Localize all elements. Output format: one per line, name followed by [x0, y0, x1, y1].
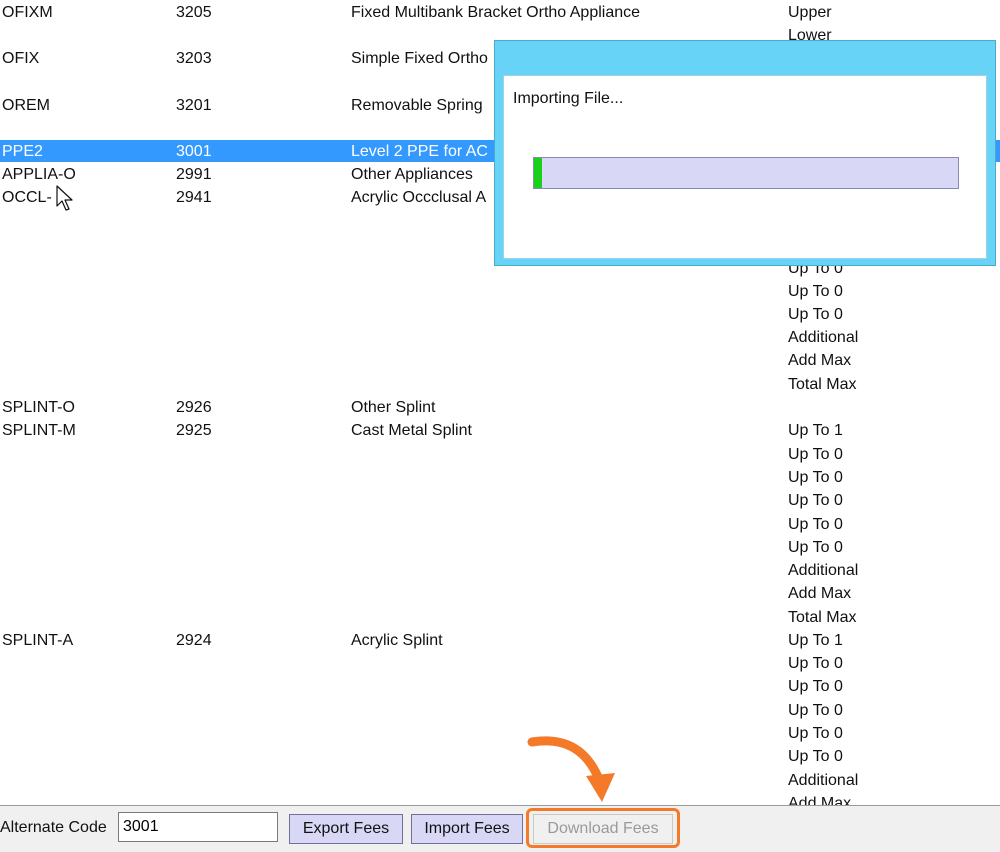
row-qualifier[interactable]: Up To 1 [788, 630, 843, 652]
row-qualifier[interactable]: Up To 0 [788, 653, 843, 675]
row-code[interactable]: OCCL- [2, 187, 52, 209]
row-number[interactable]: 3001 [176, 141, 212, 163]
row-qualifier[interactable]: Up To 0 [788, 746, 843, 768]
row-description[interactable]: Other Appliances [351, 164, 473, 186]
row-code[interactable]: OREM [2, 95, 50, 117]
mouse-cursor-icon [56, 185, 73, 211]
row-qualifier[interactable]: Up To 0 [788, 537, 843, 559]
import-progress-bar [533, 157, 959, 189]
row-number[interactable]: 3201 [176, 95, 212, 117]
row-number[interactable]: 2926 [176, 397, 212, 419]
dialog-body: Importing File... [503, 75, 987, 259]
row-qualifier[interactable]: Up To 1 [788, 420, 843, 442]
row-qualifier[interactable]: Up To 0 [788, 514, 843, 536]
row-number[interactable]: 2925 [176, 420, 212, 442]
row-number[interactable]: 2941 [176, 187, 212, 209]
import-progress-dialog: Importing File... [494, 40, 996, 266]
download-fees-highlight [526, 808, 680, 848]
row-code[interactable]: OFIX [2, 48, 39, 70]
row-code[interactable]: OFIXM [2, 2, 53, 24]
row-qualifier[interactable]: Add Max [788, 793, 851, 805]
row-code[interactable]: SPLINT-M [2, 420, 76, 442]
row-qualifier[interactable]: Additional [788, 327, 858, 349]
row-qualifier[interactable]: Up To 0 [788, 304, 843, 326]
dialog-message: Importing File... [513, 90, 624, 107]
row-code[interactable]: SPLINT-A [2, 630, 73, 652]
export-fees-button[interactable]: Export Fees [289, 814, 403, 844]
row-qualifier[interactable]: Up To 0 [788, 467, 843, 489]
row-code[interactable]: SPLINT-O [2, 397, 75, 419]
row-qualifier[interactable]: Upper [788, 2, 832, 24]
row-description[interactable]: Cast Metal Splint [351, 420, 472, 442]
row-qualifier[interactable]: Total Max [788, 374, 856, 396]
row-description[interactable]: Acrylic Occclusal A [351, 187, 486, 209]
row-qualifier[interactable]: Additional [788, 770, 858, 792]
alternate-code-input[interactable] [118, 812, 278, 842]
row-description[interactable]: Fixed Multibank Bracket Ortho Appliance [351, 2, 640, 24]
row-qualifier[interactable]: Up To 0 [788, 444, 843, 466]
row-number[interactable]: 2924 [176, 630, 212, 652]
row-qualifier[interactable]: Up To 0 [788, 676, 843, 698]
row-qualifier[interactable]: Additional [788, 560, 858, 582]
row-description[interactable]: Level 2 PPE for AC [351, 141, 488, 163]
curved-arrow-icon [527, 736, 615, 802]
row-number[interactable]: 3203 [176, 48, 212, 70]
alternate-code-label: Alternate Code [0, 819, 107, 836]
row-qualifier[interactable]: Up To 0 [788, 700, 843, 722]
row-qualifier[interactable]: Up To 0 [788, 281, 843, 303]
row-qualifier[interactable]: Add Max [788, 583, 851, 605]
row-qualifier[interactable]: Up To 0 [788, 723, 843, 745]
row-number[interactable]: 3205 [176, 2, 212, 24]
row-description[interactable]: Other Splint [351, 397, 435, 419]
row-code[interactable]: APPLIA-O [2, 164, 76, 186]
row-qualifier[interactable]: Up To 0 [788, 490, 843, 512]
import-fees-button[interactable]: Import Fees [411, 814, 523, 844]
row-qualifier[interactable]: Total Max [788, 607, 856, 629]
row-description[interactable]: Simple Fixed Ortho [351, 48, 488, 70]
row-code[interactable]: PPE2 [2, 141, 43, 163]
row-description[interactable]: Acrylic Splint [351, 630, 443, 652]
row-description[interactable]: Removable Spring [351, 95, 483, 117]
row-qualifier[interactable]: Add Max [788, 350, 851, 372]
row-number[interactable]: 2991 [176, 164, 212, 186]
progress-bar-fill [534, 158, 543, 188]
